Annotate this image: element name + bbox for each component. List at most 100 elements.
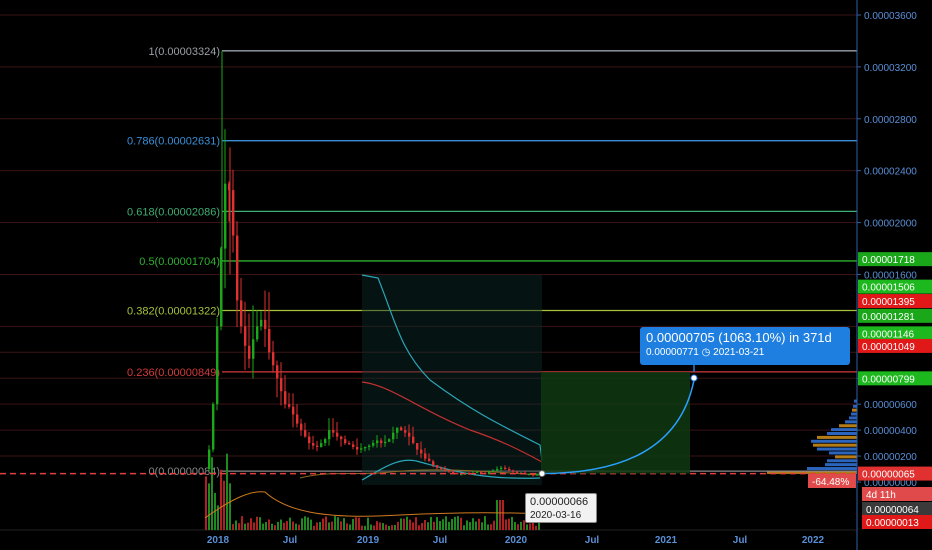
price-tick-label: 0.00000400 bbox=[864, 426, 917, 437]
projection-price: 0.00000771 bbox=[646, 347, 699, 358]
volume-bar bbox=[457, 516, 459, 530]
volume-profile-bar bbox=[851, 412, 857, 416]
price-badge-text: 0.00001506 bbox=[862, 283, 915, 294]
candle-body bbox=[256, 326, 259, 340]
volume-profile-bar bbox=[807, 467, 857, 471]
price-badge-text: 0.00001146 bbox=[862, 329, 915, 340]
candle-body bbox=[388, 439, 391, 442]
candle-body bbox=[396, 427, 399, 433]
candle-body bbox=[420, 449, 423, 454]
volume-bar bbox=[325, 516, 327, 530]
price-badge-text: 0.00000065 bbox=[862, 470, 915, 481]
fib-level-label: 0.236(0.00000849) bbox=[127, 367, 220, 379]
volume-bar bbox=[319, 522, 321, 530]
volume-bar bbox=[427, 522, 429, 530]
tooltip-date: 2020-03-16 bbox=[530, 510, 582, 521]
projection-target-zone bbox=[541, 372, 690, 474]
volume-bar bbox=[226, 453, 228, 530]
candle-body bbox=[536, 474, 539, 476]
volume-bar bbox=[511, 516, 513, 530]
volume-bar bbox=[505, 519, 507, 530]
volume-bar bbox=[451, 518, 453, 530]
volume-bar bbox=[382, 523, 384, 530]
candle-body bbox=[304, 430, 307, 437]
volume-bar bbox=[340, 521, 342, 530]
volume-bar bbox=[373, 525, 375, 530]
volume-profile-bar bbox=[839, 424, 857, 428]
candle-body bbox=[284, 391, 287, 405]
projection-main-text: 0.00000705 (1063.10%) in 371d bbox=[646, 330, 832, 345]
candle-body bbox=[308, 436, 311, 444]
volume-bar bbox=[400, 518, 402, 530]
volume-bar bbox=[517, 524, 519, 530]
projection-drawing[interactable] bbox=[538, 365, 698, 478]
volume-bar bbox=[250, 518, 252, 530]
candle-body bbox=[516, 471, 519, 473]
volume-bar bbox=[478, 518, 480, 530]
candle-body bbox=[216, 326, 219, 405]
volume-bar bbox=[280, 519, 282, 530]
volume-bar bbox=[445, 516, 447, 530]
volume-bar bbox=[508, 518, 510, 530]
volume-bar bbox=[496, 500, 498, 530]
volume-bar bbox=[535, 525, 537, 530]
volume-bar bbox=[355, 517, 357, 530]
volume-bar bbox=[241, 516, 243, 530]
volume-bar bbox=[292, 521, 294, 530]
price-badge-text: 0.00001395 bbox=[862, 297, 915, 308]
candle-body bbox=[384, 441, 387, 444]
candle-body bbox=[500, 467, 503, 470]
volume-bar bbox=[466, 520, 468, 530]
candle-body bbox=[276, 365, 279, 379]
candle-body bbox=[268, 328, 271, 353]
volume-profile-bar bbox=[853, 404, 857, 408]
volume-bar bbox=[349, 524, 351, 530]
volume-bar bbox=[391, 525, 393, 530]
volume-bar bbox=[529, 523, 531, 530]
time-tick-label: Jul bbox=[283, 535, 298, 546]
volume-bar bbox=[289, 517, 291, 530]
volume-bar bbox=[409, 519, 411, 530]
volume-bar bbox=[385, 524, 387, 530]
volume-bar bbox=[247, 522, 249, 530]
candle-body bbox=[356, 446, 359, 450]
volume-bar bbox=[469, 522, 471, 530]
volume-bar bbox=[394, 524, 396, 530]
candle-body bbox=[452, 471, 455, 473]
volume-bar bbox=[358, 517, 360, 530]
volume-bar bbox=[403, 518, 405, 530]
candle-body bbox=[224, 183, 227, 249]
projection-label[interactable]: 0.00000705 (1063.10%) in 371d 0.00000771… bbox=[640, 327, 850, 365]
volume-bar bbox=[487, 524, 489, 530]
volume-bar bbox=[271, 523, 273, 530]
volume-profile-bar bbox=[817, 435, 857, 439]
candle-body bbox=[324, 439, 327, 444]
lower-badge-text: 4d 11h bbox=[866, 490, 896, 501]
candle-body bbox=[408, 432, 411, 437]
volume-bar bbox=[442, 519, 444, 530]
volume-bar bbox=[262, 523, 264, 530]
volume-bar bbox=[322, 518, 324, 530]
volume-bar bbox=[256, 516, 258, 530]
fib-level-label: 1(0.00003324) bbox=[148, 46, 220, 58]
time-tick-label: 2019 bbox=[357, 535, 380, 546]
volume-bar bbox=[268, 519, 270, 530]
volume-bar bbox=[484, 516, 486, 530]
crosshair-tooltip: 0.00000066 2020-03-16 bbox=[525, 493, 597, 523]
fib-level-label: 0.786(0.00002631) bbox=[127, 136, 220, 148]
candle-body bbox=[252, 339, 255, 359]
volume-bar bbox=[286, 521, 288, 530]
time-axis[interactable]: 2018 Jul 2019 Jul 2020 Jul 2021 Jul 2022 bbox=[207, 535, 825, 546]
candle-body bbox=[332, 430, 335, 433]
volume-bar bbox=[430, 516, 432, 530]
volume-bar bbox=[436, 517, 438, 530]
fib-level-label: 0.618(0.00002086) bbox=[127, 206, 220, 218]
volume-bar bbox=[304, 516, 306, 530]
volume-bar bbox=[274, 525, 276, 530]
candle-body bbox=[436, 465, 439, 468]
candle-body bbox=[248, 345, 251, 359]
candle-body bbox=[508, 469, 511, 471]
price-tick-label: 0.00000200 bbox=[864, 452, 917, 463]
price-chart[interactable]: 1(0.00003324) 0.786(0.00002631) 0.618(0.00… bbox=[0, 0, 932, 550]
candle-body bbox=[348, 443, 351, 445]
